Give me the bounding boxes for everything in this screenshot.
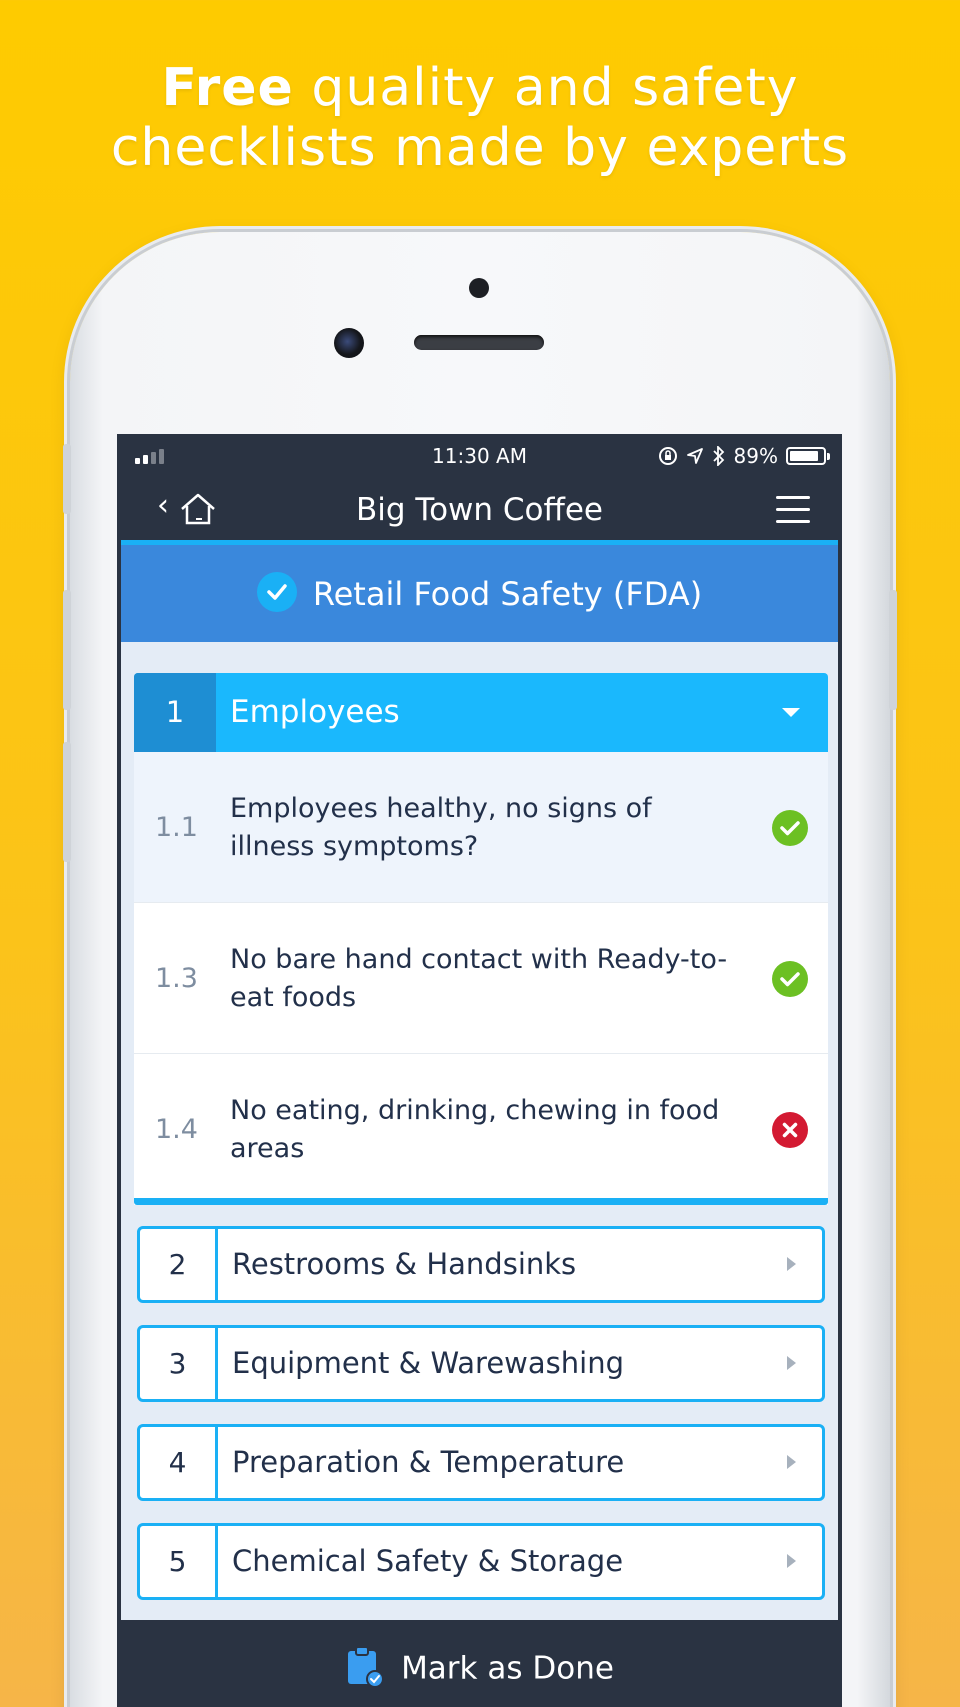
section-number: 4 xyxy=(140,1427,218,1498)
section-number: 3 xyxy=(140,1328,218,1399)
front-camera xyxy=(334,328,364,358)
checklist-item[interactable]: 1.3 No bare hand contact with Ready-to-e… xyxy=(134,903,828,1054)
section-title: Equipment & Warewashing xyxy=(232,1346,625,1380)
phone-volume-up xyxy=(63,590,71,710)
caret-right-icon xyxy=(787,1356,796,1370)
fail-x-icon[interactable] xyxy=(772,1112,808,1148)
section-equipment[interactable]: 3 Equipment & Warewashing xyxy=(137,1325,825,1402)
headline-line-2: checklists made by experts xyxy=(110,118,850,178)
caret-right-icon xyxy=(787,1257,796,1271)
battery-percent: 89% xyxy=(733,444,778,468)
checklist-item[interactable]: 1.1 Employees healthy, no signs of illne… xyxy=(134,752,828,903)
status-bar: 11:30 AM 89% xyxy=(121,434,838,478)
section-number: 5 xyxy=(140,1526,218,1597)
caret-down-icon xyxy=(782,708,800,717)
caret-right-icon xyxy=(787,1455,796,1469)
section-title: Chemical Safety & Storage xyxy=(232,1544,624,1578)
item-text: No eating, drinking, chewing in food are… xyxy=(230,1095,720,1164)
checklist-item[interactable]: 1.4 No eating, drinking, chewing in food… xyxy=(134,1054,828,1205)
nav-title: Big Town Coffee xyxy=(355,492,604,528)
item-text: Employees healthy, no signs of illness s… xyxy=(230,793,652,862)
section-chemical[interactable]: 5 Chemical Safety & Storage xyxy=(137,1523,825,1600)
checklist-title: Retail Food Safety (FDA) xyxy=(312,575,703,613)
section-restrooms[interactable]: 2 Restrooms & Handsinks xyxy=(137,1226,825,1303)
phone-volume-down xyxy=(63,742,71,862)
headline: Free quality and safety checklists made … xyxy=(0,58,960,178)
section-preparation[interactable]: 4 Preparation & Temperature xyxy=(137,1424,825,1501)
footer-label: Mark as Done xyxy=(401,1650,614,1687)
item-number: 1.3 xyxy=(155,963,198,994)
nav-bar: ‹ Big Town Coffee xyxy=(121,478,838,540)
section-employees-header[interactable]: 1 Employees xyxy=(134,673,828,752)
phone-mute-switch xyxy=(63,444,71,514)
checklist-check-icon xyxy=(256,572,297,612)
mark-as-done-button[interactable]: Mark as Done xyxy=(121,1620,838,1707)
pass-check-icon[interactable] xyxy=(772,810,808,846)
item-number: 1.1 xyxy=(155,812,198,843)
section-title: Restrooms & Handsinks xyxy=(232,1247,577,1281)
section-title: Employees xyxy=(230,694,400,730)
battery-icon xyxy=(786,447,830,465)
phone-sensor xyxy=(469,278,489,298)
phone-speaker xyxy=(414,335,544,350)
pass-check-icon[interactable] xyxy=(772,961,808,997)
battery-fill xyxy=(790,451,819,461)
section-number: 1 xyxy=(134,673,216,752)
item-text: No bare hand contact with Ready-to-eat f… xyxy=(230,944,728,1013)
section-number: 2 xyxy=(140,1229,218,1300)
checklist-header: Retail Food Safety (FDA) xyxy=(121,545,838,642)
section-bottom-border xyxy=(134,1198,828,1205)
headline-line-1: Free quality and safety xyxy=(161,58,799,118)
status-icons: 89% xyxy=(658,444,830,468)
app-screen: 11:30 AM 89% ‹ Big Town Coffee Retail Fo… xyxy=(117,434,842,1707)
phone-power-button xyxy=(889,590,897,710)
caret-right-icon xyxy=(787,1554,796,1568)
item-number: 1.4 xyxy=(155,1114,198,1145)
location-icon xyxy=(686,448,703,464)
clipboard-check-icon xyxy=(348,1646,385,1688)
section-title: Preparation & Temperature xyxy=(232,1445,625,1479)
bluetooth-icon xyxy=(712,446,724,466)
menu-icon[interactable] xyxy=(776,496,810,532)
orientation-lock-icon xyxy=(658,447,677,465)
section-items: 1.1 Employees healthy, no signs of illne… xyxy=(134,752,828,1205)
